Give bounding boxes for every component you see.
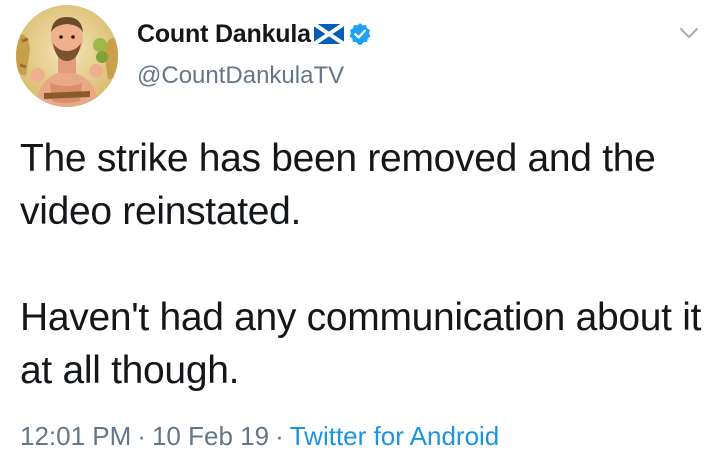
display-name[interactable]: Count Dankula xyxy=(137,20,311,49)
tweet-paragraph: Haven't had any communication about it a… xyxy=(20,296,702,392)
chevron-down-icon[interactable] xyxy=(676,22,702,44)
scotland-flag-icon xyxy=(312,22,345,46)
tweet-time[interactable]: 12:01 PM xyxy=(20,421,131,451)
tweet: Count Dankula @CountDankulaTV The strike… xyxy=(0,0,720,474)
tweet-text: The strike has been removed and the vide… xyxy=(20,132,710,397)
tweet-meta: 12:01 PM · 10 Feb 19 · Twitter for Android xyxy=(20,421,499,452)
meta-separator: · xyxy=(137,421,146,451)
tweet-source-link[interactable]: Twitter for Android xyxy=(290,421,500,451)
tweet-paragraph: The strike has been removed and the vide… xyxy=(20,137,656,233)
author-handle[interactable]: @CountDankulaTV xyxy=(137,62,344,90)
meta-separator: · xyxy=(275,421,284,451)
tweet-date[interactable]: 10 Feb 19 xyxy=(152,421,269,451)
author-name-row[interactable]: Count Dankula xyxy=(137,14,372,54)
verified-badge-icon xyxy=(348,22,372,46)
avatar[interactable] xyxy=(16,5,118,107)
